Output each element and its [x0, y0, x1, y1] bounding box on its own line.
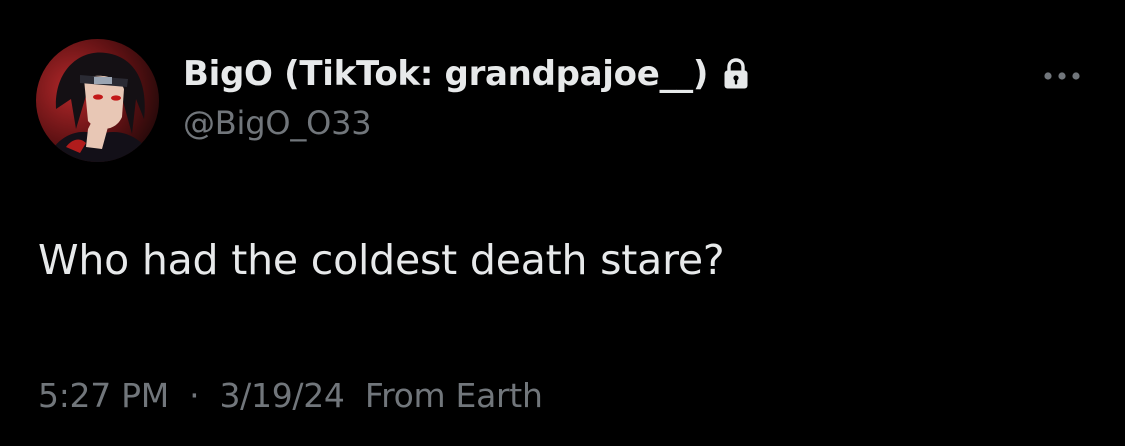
tweet-detail: BigO (TikTok: grandpajoe__) @BigO_O33 Wh…: [0, 0, 1125, 446]
tweet-time[interactable]: 5:27 PM: [38, 376, 169, 415]
avatar[interactable]: [36, 39, 159, 162]
meta-separator: ·: [189, 376, 200, 415]
author-handle[interactable]: @BigO_O33: [183, 104, 372, 142]
tweet-metadata: 5:27 PM · 3/19/24 From Earth: [38, 376, 543, 415]
tweet-source: From Earth: [364, 376, 543, 415]
more-horizontal-icon[interactable]: [1040, 64, 1084, 88]
tweet-date[interactable]: 3/19/24: [219, 376, 344, 415]
avatar-image: [36, 39, 159, 162]
display-name-row: BigO (TikTok: grandpajoe__): [183, 50, 750, 98]
lock-icon: [722, 57, 750, 91]
tweet-text: Who had the coldest death stare?: [38, 236, 725, 284]
display-name[interactable]: BigO (TikTok: grandpajoe__): [183, 54, 708, 94]
